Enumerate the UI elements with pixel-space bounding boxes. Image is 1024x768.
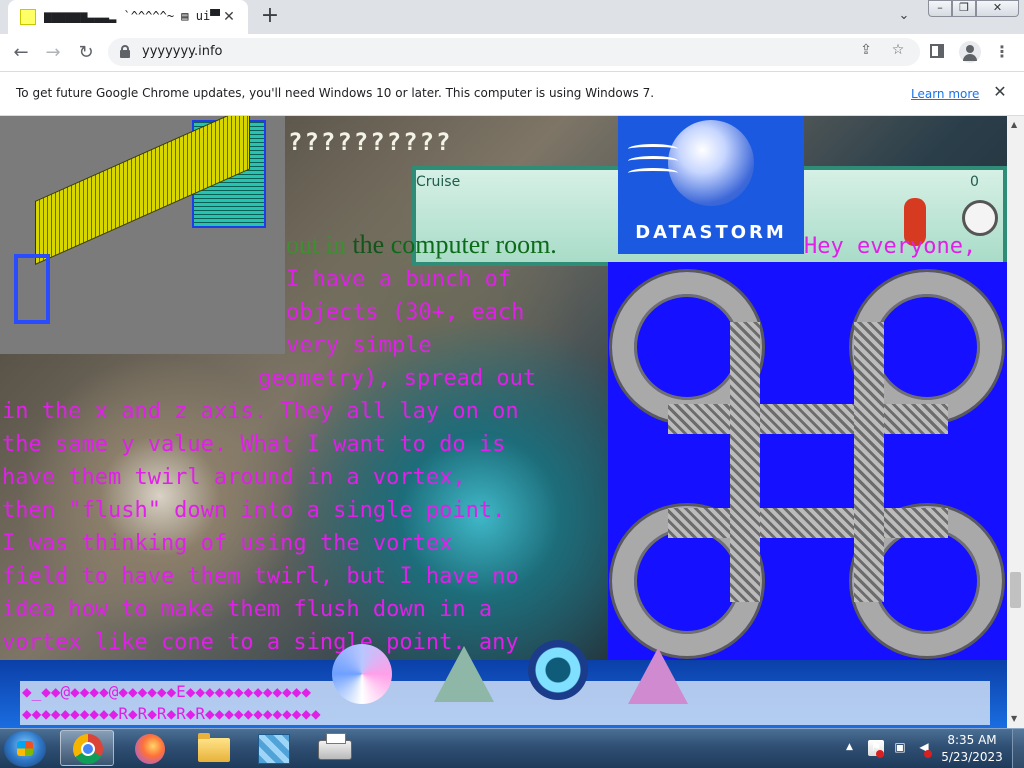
glyph-row: ◆◆◆◆◆◆◆◆◆◆R◆R◆R◆R◆R◆◆◆◆◆◆◆◆◆◆◆◆ — [22, 704, 321, 723]
scroll-down-arrow-icon[interactable]: ▼ — [1011, 714, 1017, 723]
knot-bar-graphic — [668, 508, 948, 538]
infobar-close-icon[interactable]: ✕ — [990, 82, 1010, 102]
new-tab-button[interactable]: + — [258, 5, 282, 29]
glitch-pyramid-graphic — [628, 648, 688, 704]
tab-title: ▆▆▆▆▆▆▃▃▃▂ `^^^^^~ ▤ ui▀▀▀ — [44, 9, 220, 23]
start-button[interactable] — [4, 731, 46, 767]
post-text-line: I have a bunch of — [286, 267, 512, 292]
scrollbar-thumb[interactable] — [1010, 572, 1021, 608]
scroll-up-arrow-icon[interactable]: ▲ — [1011, 120, 1017, 129]
glitch-pyramid-graphic — [434, 646, 494, 702]
close-window-button[interactable]: ✕ — [976, 0, 1019, 17]
close-tab-icon[interactable]: ✕ — [220, 8, 238, 26]
computer-room-word: out in — [286, 230, 353, 259]
update-infobar: To get future Google Chrome updates, you… — [0, 71, 1024, 116]
window-controls: – ❐ ✕ — [928, 0, 1020, 18]
post-text-line: very simple — [286, 333, 432, 358]
chrome-menu-icon[interactable]: ⋮ — [994, 42, 1010, 62]
page-favicon-icon — [20, 9, 36, 25]
browser-tab[interactable]: ▆▆▆▆▆▆▃▃▃▂ `^^^^^~ ▤ ui▀▀▀ ✕ — [8, 0, 248, 34]
post-text-line: in the x and z axis. They all lay on on — [2, 399, 519, 424]
tab-search-chevron-icon[interactable]: ⌄ — [894, 8, 914, 28]
gauge-value: 0 — [970, 174, 979, 190]
knot-bar-graphic — [668, 404, 948, 434]
show-desktop-button[interactable] — [1012, 729, 1024, 768]
web-page-content: ?????????? Cruise 0 DATASTORM out in the… — [0, 116, 1007, 728]
post-text-line: Hey everyone, — [804, 234, 977, 259]
glitch-torus-graphic — [528, 640, 588, 700]
clock-date[interactable]: 5/23/2023 — [940, 750, 1004, 764]
learn-more-link[interactable]: Learn more — [911, 87, 979, 101]
address-toolbar: ← → ↻ yyyyyyy.info ⇪ ☆ — [0, 34, 1024, 71]
post-text-line: idea how to make them flush down in a — [2, 597, 493, 622]
side-panel-icon[interactable] — [930, 44, 944, 58]
minimize-button[interactable]: – — [928, 0, 952, 17]
post-text-line: field to have them twirl, but I have no — [2, 564, 519, 589]
printer-icon[interactable] — [318, 733, 352, 760]
wave-line-graphic — [628, 144, 678, 154]
forward-arrow-icon[interactable]: → — [40, 40, 66, 66]
share-icon[interactable]: ⇪ — [856, 42, 876, 62]
clock-time[interactable]: 8:35 AM — [940, 733, 1004, 747]
chrome-icon — [73, 734, 103, 764]
cruise-label: Cruise — [416, 174, 461, 190]
maximize-button[interactable]: ❐ — [952, 0, 976, 17]
mesh-end-graphic — [14, 254, 50, 324]
post-text-line: I was thinking of using the vortex — [2, 531, 453, 556]
wave-line-graphic — [628, 168, 678, 178]
back-arrow-icon[interactable]: ← — [8, 40, 34, 66]
firefox-icon[interactable] — [135, 734, 165, 764]
glyph-row: ◆_◆◆@◆◆◆◆@◆◆◆◆◆◆E◆◆◆◆◆◆◆◆◆◆◆◆◆ — [22, 682, 311, 701]
computer-room-text: out in the computer room. — [286, 230, 557, 260]
reload-icon[interactable]: ↻ — [73, 40, 99, 66]
computer-room-word: the — [352, 230, 391, 259]
lock-icon[interactable] — [120, 45, 130, 58]
datastorm-orb-graphic — [668, 120, 754, 206]
post-text-line: geometry), spread out — [258, 366, 537, 391]
page-scrollbar[interactable] — [1007, 116, 1024, 728]
knot-bar-graphic — [854, 322, 884, 602]
computer-room-word: computer room. — [390, 230, 557, 259]
wave-line-graphic — [628, 156, 678, 166]
url-text[interactable]: yyyyyyy.info — [142, 44, 223, 59]
mesh-model-image — [0, 116, 285, 354]
knot-bar-graphic — [730, 322, 760, 602]
show-hidden-icons-arrow-icon[interactable]: ▲ — [846, 742, 853, 752]
tray-mute-badge-icon — [924, 750, 932, 758]
glitch-sphere-graphic — [332, 644, 392, 704]
folder-icon[interactable] — [198, 733, 230, 762]
command-key-knot-image — [608, 262, 1007, 664]
post-text-line: have them twirl around in a vortex, — [2, 465, 466, 490]
tray-error-badge-icon — [876, 750, 884, 758]
post-text-line: the same y value. What I want to do is — [2, 432, 506, 457]
post-text-line: objects (30+, each — [286, 300, 525, 325]
infobar-message: To get future Google Chrome updates, you… — [16, 86, 655, 100]
datastorm-text: DATASTORM — [635, 222, 787, 243]
post-text-line: then "flush" down into a single point. — [2, 498, 506, 523]
address-bar[interactable]: yyyyyyy.info ⇪ ☆ — [108, 38, 920, 66]
network-icon[interactable]: ▣ — [892, 740, 908, 756]
question-marks-text: ?????????? — [288, 128, 453, 156]
profile-avatar-icon[interactable] — [959, 41, 981, 63]
bookmark-star-icon[interactable]: ☆ — [888, 42, 908, 62]
application-icon[interactable] — [258, 734, 290, 764]
